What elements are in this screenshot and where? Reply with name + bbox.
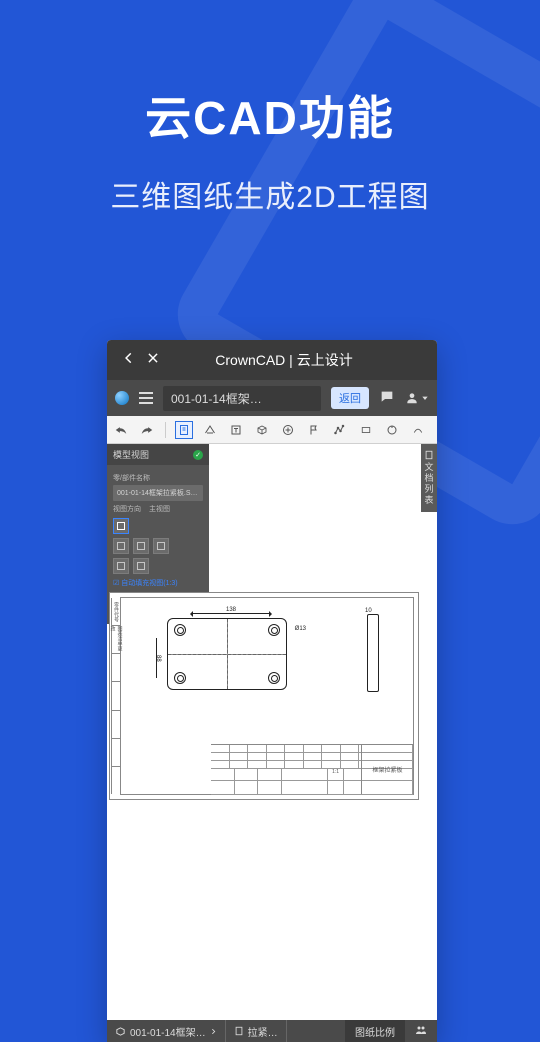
sheet-side-strip: 零件代号图表清单更改: [111, 598, 121, 794]
view-option-front[interactable]: [113, 518, 129, 534]
tool-text[interactable]: [228, 422, 244, 438]
breadcrumb-2[interactable]: 拉紧…: [226, 1020, 287, 1042]
front-view: 138 88 Ø13: [161, 608, 296, 698]
view-option-5[interactable]: [113, 558, 129, 574]
panel-title: 模型视图: [113, 448, 149, 461]
view-option-4[interactable]: [153, 538, 169, 554]
tool-row: [107, 416, 437, 444]
status-bar: 001-01-14框架… 拉紧… 图纸比例: [107, 1020, 437, 1042]
dia-callout: Ø13: [295, 626, 306, 632]
titleblock-name: 框架拉紧板: [361, 745, 413, 794]
app-screenshot-frame: CrownCAD | 云上设计 001-01-14框架… 返回: [107, 340, 437, 1042]
panel-section2-sub: 主视图: [149, 504, 170, 514]
dimension-height: 88: [151, 638, 161, 678]
scale-display[interactable]: 图纸比例: [345, 1020, 405, 1042]
redo-button[interactable]: [139, 422, 155, 438]
doc-list-side-tab[interactable]: 文档列表: [421, 444, 437, 512]
part-name-chip[interactable]: 001-01-14框架拉紧板.SLDPRT: [113, 485, 203, 501]
tool-sheet[interactable]: [176, 422, 192, 438]
panel-section1-label: 零/部件名称: [113, 473, 203, 483]
app-logo-icon: [115, 391, 129, 405]
tool-dimension[interactable]: [202, 422, 218, 438]
dimension-width: 138: [191, 607, 271, 613]
return-button[interactable]: 返回: [331, 387, 369, 409]
panel-header: 模型视图 ✓: [107, 444, 209, 465]
side-view: 10: [361, 614, 385, 692]
drawing-sheet[interactable]: 零件代号图表清单更改 138 88 Ø13: [109, 592, 419, 800]
menu-icon[interactable]: [139, 392, 153, 404]
primary-toolbar: 001-01-14框架… 返回: [107, 380, 437, 416]
collaborators-icon[interactable]: [405, 1024, 437, 1039]
title-block: 1:1 框架拉紧板: [211, 744, 413, 794]
tool-polyline[interactable]: [332, 422, 348, 438]
view-option-2[interactable]: [113, 538, 129, 554]
document-name[interactable]: 001-01-14框架…: [163, 386, 321, 411]
side-tab-label: 文档列表: [423, 462, 436, 506]
auto-fill-checkbox[interactable]: ☑ 自动填充视图(1:3): [113, 578, 203, 588]
breadcrumb-1[interactable]: 001-01-14框架…: [107, 1020, 226, 1042]
panel-section2-label: 视图方向: [113, 504, 141, 514]
close-button[interactable]: [141, 350, 165, 370]
tool-arc[interactable]: [410, 422, 426, 438]
confirm-icon[interactable]: ✓: [193, 450, 203, 460]
drawing-frame: 零件代号图表清单更改 138 88 Ø13: [120, 597, 414, 795]
back-button[interactable]: [117, 350, 141, 370]
view-option-3[interactable]: [133, 538, 149, 554]
user-menu[interactable]: [405, 391, 429, 405]
tool-add[interactable]: [280, 422, 296, 438]
nav-bar: CrownCAD | 云上设计: [107, 340, 437, 380]
undo-button[interactable]: [113, 422, 129, 438]
work-area: 模型视图 ✓ 零/部件名称 001-01-14框架拉紧板.SLDPRT 视图方向…: [107, 444, 437, 1020]
comments-icon[interactable]: [379, 389, 395, 408]
tool-rect[interactable]: [358, 422, 374, 438]
app-title: CrownCAD | 云上设计: [165, 350, 403, 370]
view-option-6[interactable]: [133, 558, 149, 574]
tool-cube[interactable]: [254, 422, 270, 438]
tool-circle[interactable]: [384, 422, 400, 438]
tool-flag[interactable]: [306, 422, 322, 438]
